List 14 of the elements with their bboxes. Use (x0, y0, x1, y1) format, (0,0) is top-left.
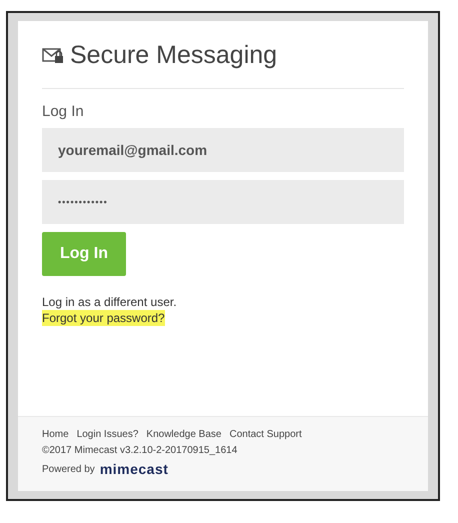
envelope-lock-icon (42, 48, 64, 64)
footer-link[interactable]: Knowledge Base (146, 429, 222, 440)
password-field[interactable]: •••••••••••• (42, 180, 404, 224)
footer-link[interactable]: Home (42, 429, 69, 440)
form-heading: Log In (42, 103, 85, 120)
email-field[interactable]: youremail@gmail.com (42, 128, 404, 172)
copyright-text: ©2017 Mimecast v3.2.10-2-20170915_1614 (42, 445, 238, 456)
text-link[interactable]: Log in as a different user. (42, 294, 177, 310)
app-title: Secure Messaging (70, 41, 278, 70)
brand-logo: mimecast (100, 461, 168, 477)
text-link[interactable]: Forgot your password? (42, 310, 165, 326)
footer-link[interactable]: Login Issues? (76, 429, 138, 440)
footer-link[interactable]: Contact Support (229, 429, 302, 440)
powered-by-text: Powered by (42, 464, 95, 474)
